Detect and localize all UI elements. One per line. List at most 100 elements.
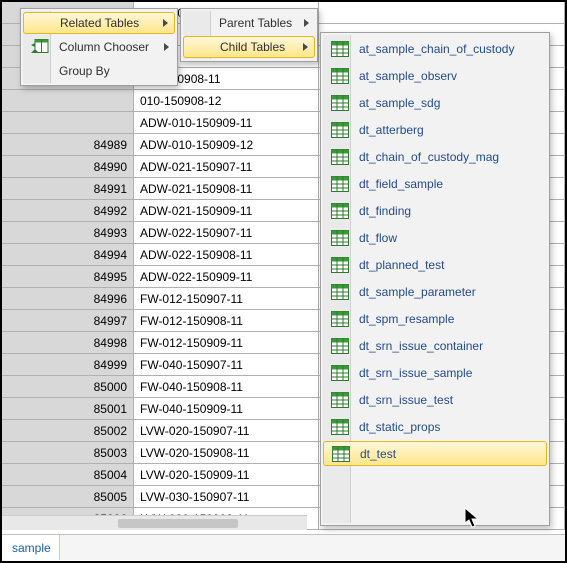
cell-id[interactable]: 85003: [2, 442, 134, 463]
spacer-icon: [28, 11, 54, 35]
chevron-right-icon: [303, 43, 308, 51]
cell-id[interactable]: 84996: [2, 288, 134, 309]
table-icon: [327, 361, 353, 385]
menu-item-label: dt_field_sample: [359, 177, 525, 191]
cell-value[interactable]: ADW-022-150907-11: [134, 222, 319, 243]
related-tables-submenu[interactable]: Parent Tables Child Tables: [180, 8, 318, 62]
context-menu[interactable]: Related Tables Column Chooser Group By: [20, 8, 178, 86]
menu-item-label: dt_sample_parameter: [359, 285, 525, 299]
table-icon: [327, 172, 353, 196]
table-icon: [327, 388, 353, 412]
menu-item-dt_sample_parameter[interactable]: dt_sample_parameter: [323, 278, 547, 305]
child-tables-submenu[interactable]: at_sample_chain_of_custody at_sample_obse…: [320, 32, 550, 526]
cell-id[interactable]: [2, 90, 134, 111]
cell-value[interactable]: FW-012-150907-11: [134, 288, 319, 309]
menu-item-column-chooser[interactable]: Column Chooser: [23, 35, 175, 59]
menu-item-label: dt_chain_of_custody_mag: [359, 150, 525, 164]
menu-item-at_sample_sdg[interactable]: at_sample_sdg: [323, 89, 547, 116]
menu-item-label: at_sample_observ: [359, 69, 525, 83]
horizontal-scrollbar[interactable]: [2, 515, 307, 530]
cell-value[interactable]: ADW-010-150909-11: [134, 112, 319, 133]
cell-id[interactable]: 85000: [2, 376, 134, 397]
menu-item-label: dt_srn_issue_container: [359, 339, 525, 353]
menu-item-label: dt_finding: [359, 204, 525, 218]
spacer-icon: [27, 59, 53, 83]
menu-item-dt_atterberg[interactable]: dt_atterberg: [323, 116, 547, 143]
cell-value[interactable]: ADW-021-150907-11: [134, 156, 319, 177]
table-icon: [327, 307, 353, 331]
menu-item-dt_test[interactable]: dt_test: [323, 441, 547, 466]
cell-id[interactable]: 84992: [2, 200, 134, 221]
cell-id[interactable]: 84993: [2, 222, 134, 243]
footer-link-sample[interactable]: sample: [2, 534, 60, 560]
cell-id[interactable]: 84989: [2, 134, 134, 155]
cell-value[interactable]: 010-150908-12: [134, 90, 319, 111]
menu-item-label: Parent Tables: [219, 16, 293, 30]
cell-id[interactable]: 84990: [2, 156, 134, 177]
table-icon: [327, 415, 353, 439]
mouse-cursor: [464, 507, 484, 529]
cell-value[interactable]: ADW-022-150909-11: [134, 266, 319, 287]
table-icon: [327, 145, 353, 169]
menu-item-dt_finding[interactable]: dt_finding: [323, 197, 547, 224]
menu-item-parent-tables[interactable]: Parent Tables: [183, 11, 315, 35]
cell-value[interactable]: FW-040-150909-11: [134, 398, 319, 419]
menu-item-dt_chain_of_custody_mag[interactable]: dt_chain_of_custody_mag: [323, 143, 547, 170]
cell-value[interactable]: ADW-022-150908-11: [134, 244, 319, 265]
menu-item-label: dt_srn_issue_test: [359, 393, 525, 407]
cell-id[interactable]: [2, 112, 134, 133]
menu-item-related-tables[interactable]: Related Tables: [23, 12, 175, 34]
table-icon: [327, 253, 353, 277]
table-icon: [328, 442, 354, 466]
menu-item-child-tables[interactable]: Child Tables: [183, 36, 315, 58]
cell-id[interactable]: 85004: [2, 464, 134, 485]
cell-value[interactable]: LVW-020-150907-11: [134, 420, 319, 441]
cell-id[interactable]: 85002: [2, 420, 134, 441]
cell-value[interactable]: ADW-010-150909-12: [134, 134, 319, 155]
cell-value[interactable]: LVW-030-150907-11: [134, 486, 319, 507]
menu-item-dt_flow[interactable]: dt_flow: [323, 224, 547, 251]
cell-value[interactable]: FW-012-150908-11: [134, 310, 319, 331]
cell-id[interactable]: 84995: [2, 266, 134, 287]
cell-id[interactable]: 84999: [2, 354, 134, 375]
spacer-icon: [188, 35, 214, 59]
cell-id[interactable]: 84997: [2, 310, 134, 331]
table-icon: [327, 118, 353, 142]
menu-item-label: dt_static_props: [359, 420, 525, 434]
chevron-right-icon: [304, 19, 309, 27]
cell-id[interactable]: 85005: [2, 486, 134, 507]
menu-item-at_sample_chain_of_custody[interactable]: at_sample_chain_of_custody: [323, 35, 547, 62]
cell-value[interactable]: FW-040-150908-11: [134, 376, 319, 397]
cell-empty[interactable]: [319, 2, 565, 23]
menu-item-dt_srn_issue_sample[interactable]: dt_srn_issue_sample: [323, 359, 547, 386]
cell-value[interactable]: FW-040-150907-11: [134, 354, 319, 375]
menu-item-dt_field_sample[interactable]: dt_field_sample: [323, 170, 547, 197]
menu-item-label: Related Tables: [60, 16, 152, 30]
menu-item-dt_planned_test[interactable]: dt_planned_test: [323, 251, 547, 278]
menu-item-label: Column Chooser: [59, 40, 153, 54]
menu-item-label: at_sample_chain_of_custody: [359, 42, 525, 56]
menu-item-group-by[interactable]: Group By: [23, 59, 175, 83]
table-icon: [327, 91, 353, 115]
menu-item-dt_static_props[interactable]: dt_static_props: [323, 413, 547, 440]
cell-value[interactable]: LVW-020-150909-11: [134, 464, 319, 485]
cell-id[interactable]: 84998: [2, 332, 134, 353]
footer-bar: [60, 534, 565, 560]
menu-item-at_sample_observ[interactable]: at_sample_observ: [323, 62, 547, 89]
spacer-icon: [187, 11, 213, 35]
menu-item-dt_spm_resample[interactable]: dt_spm_resample: [323, 305, 547, 332]
cell-id[interactable]: 84991: [2, 178, 134, 199]
menu-item-label: dt_spm_resample: [359, 312, 525, 326]
cell-id[interactable]: 84994: [2, 244, 134, 265]
cell-id[interactable]: 85001: [2, 398, 134, 419]
cell-value[interactable]: ADW-021-150909-11: [134, 200, 319, 221]
scrollbar-thumb[interactable]: [118, 519, 238, 528]
menu-item-dt_srn_issue_test[interactable]: dt_srn_issue_test: [323, 386, 547, 413]
cell-value[interactable]: ADW-021-150908-11: [134, 178, 319, 199]
cell-value[interactable]: FW-012-150909-11: [134, 332, 319, 353]
table-icon: [327, 280, 353, 304]
cell-value[interactable]: LVW-020-150908-11: [134, 442, 319, 463]
menu-item-label: Group By: [59, 64, 153, 78]
menu-item-dt_srn_issue_container[interactable]: dt_srn_issue_container: [323, 332, 547, 359]
table-icon: [327, 37, 353, 61]
